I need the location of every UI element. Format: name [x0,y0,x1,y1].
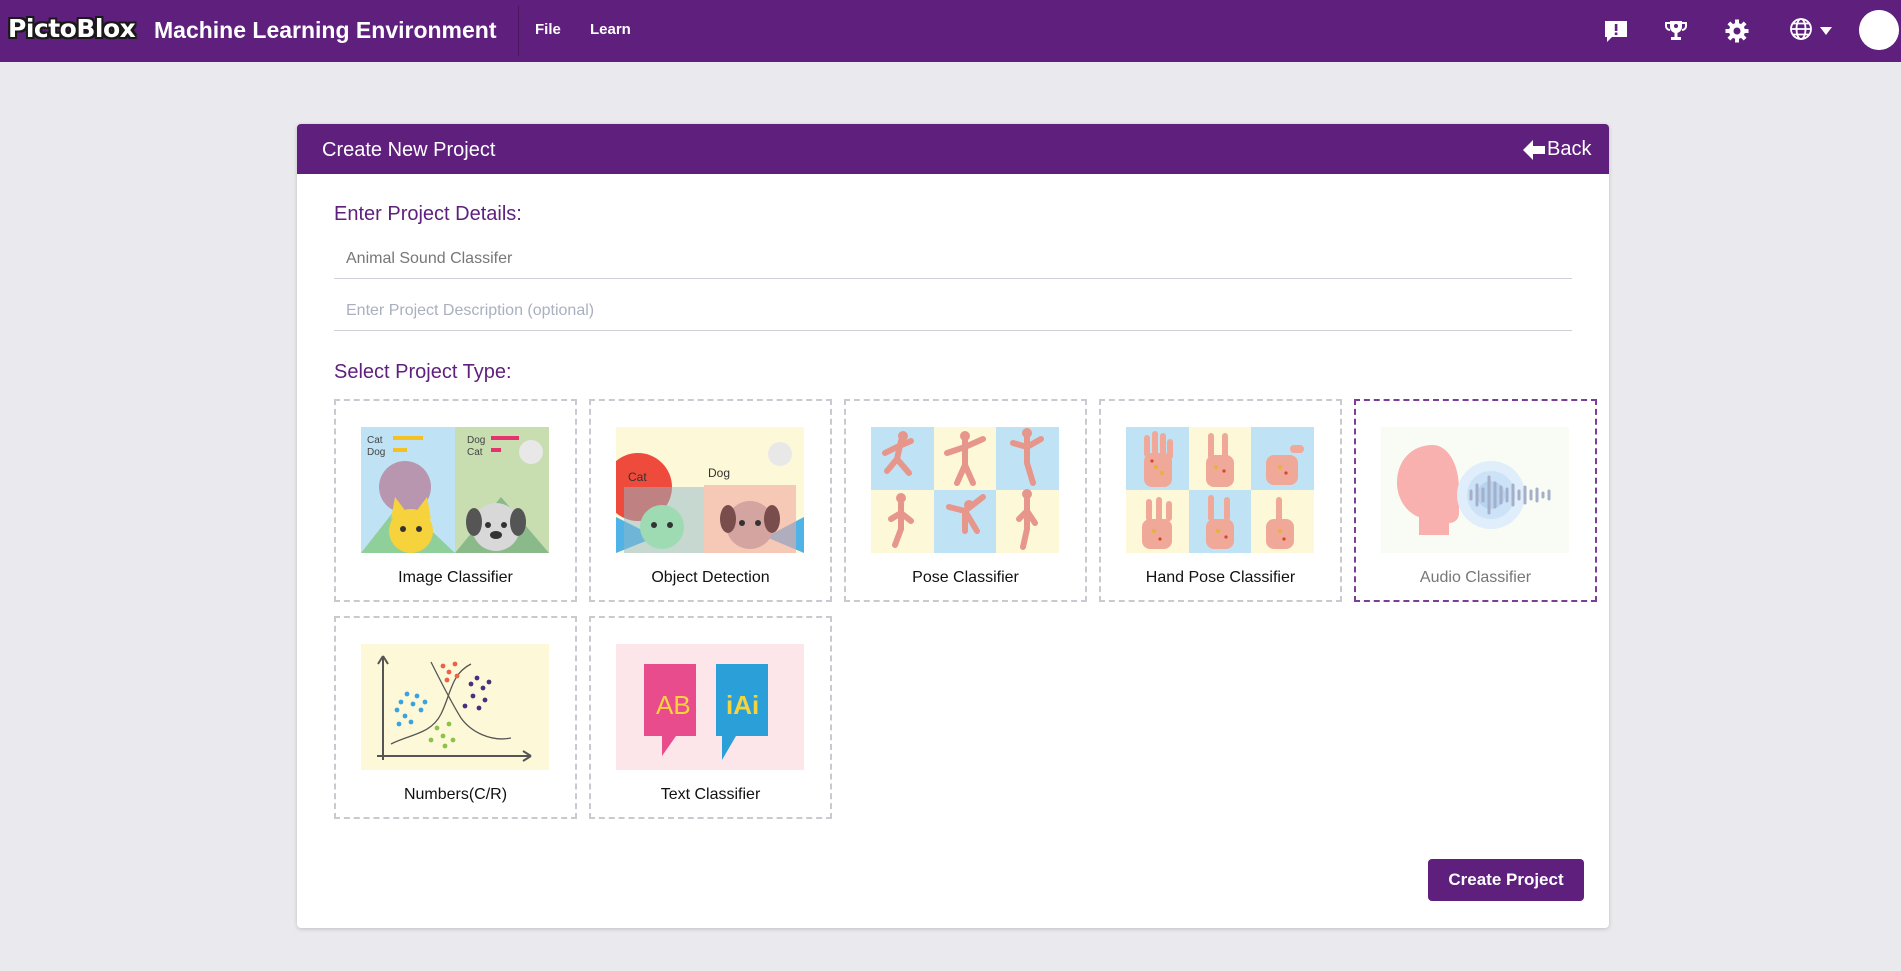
project-type-label-object-detection: Object Detection [651,569,770,586]
label-cat: Cat [628,470,647,484]
dialog-title: Create New Project [322,139,496,161]
project-type-label-image-classifier: Image Classifier [398,569,513,586]
project-type-pose-classifier[interactable]: Pose Classifier [844,399,1087,602]
text-ab: AB [656,690,691,720]
menu-learn[interactable]: Learn [590,21,631,38]
hand-pose-classifier-illustration [1126,427,1314,553]
arrow-left-icon [1523,140,1545,160]
project-type-label-pose-classifier: Pose Classifier [912,569,1019,586]
project-type-label: Select Project Type: [334,361,512,383]
label-dog: Dog [367,447,385,458]
image-classifier-illustration: Cat Dog Dog Cat [361,427,549,553]
numbers-illustration [361,644,549,770]
project-type-numbers[interactable]: Numbers(C/R) [334,616,577,819]
menu-file[interactable]: File [535,21,561,38]
avatar[interactable] [1859,10,1899,50]
dialog-header: Create New Project Back [297,124,1609,174]
text-iai: iAi [726,690,759,720]
label-dog: Dog [467,435,485,446]
label-dog: Dog [708,466,730,480]
divider [518,6,519,56]
feedback-icon[interactable] [1600,15,1632,47]
back-label: Back [1547,138,1592,160]
create-project-dialog: Create New Project Back Enter Project De… [297,124,1609,928]
label-cat: Cat [467,447,483,458]
project-type-image-classifier[interactable]: Cat Dog Dog Cat Image Classifier [334,399,577,602]
project-type-audio-classifier[interactable]: Audio Classifier [1354,399,1597,602]
pictoblox-logo[interactable]: PictoBlox [8,14,136,43]
avatar-icon [1859,10,1899,50]
gear-icon[interactable] [1721,15,1753,47]
project-details-label: Enter Project Details: [334,203,522,225]
project-type-text-classifier[interactable]: AB iAi Text Classifier [589,616,832,819]
project-description-input[interactable] [334,291,1572,331]
text-classifier-illustration: AB iAi [616,644,804,770]
project-type-object-detection[interactable]: Cat Dog Object Detection [589,399,832,602]
project-type-label-hand-pose-classifier: Hand Pose Classifier [1145,569,1296,586]
top-bar: PictoBlox Machine Learning Environment F… [0,0,1901,62]
pose-classifier-illustration [871,427,1059,553]
project-type-label-audio-classifier: Audio Classifier [1419,569,1532,586]
globe-icon [1788,16,1814,47]
language-selector[interactable] [1785,15,1835,47]
audio-classifier-illustration [1381,427,1569,553]
chevron-down-icon [1820,22,1832,40]
label-cat: Cat [367,435,383,446]
project-name-input[interactable] [334,239,1572,279]
object-detection-illustration: Cat Dog [616,427,804,553]
back-button[interactable]: Back [1517,138,1609,162]
project-type-label-text-classifier: Text Classifier [660,786,761,803]
trophy-icon[interactable] [1660,15,1692,47]
create-project-button[interactable]: Create Project [1428,859,1584,901]
app-title: Machine Learning Environment [154,17,497,43]
project-type-hand-pose-classifier[interactable]: Hand Pose Classifier [1099,399,1342,602]
project-type-label-numbers: Numbers(C/R) [403,786,508,803]
